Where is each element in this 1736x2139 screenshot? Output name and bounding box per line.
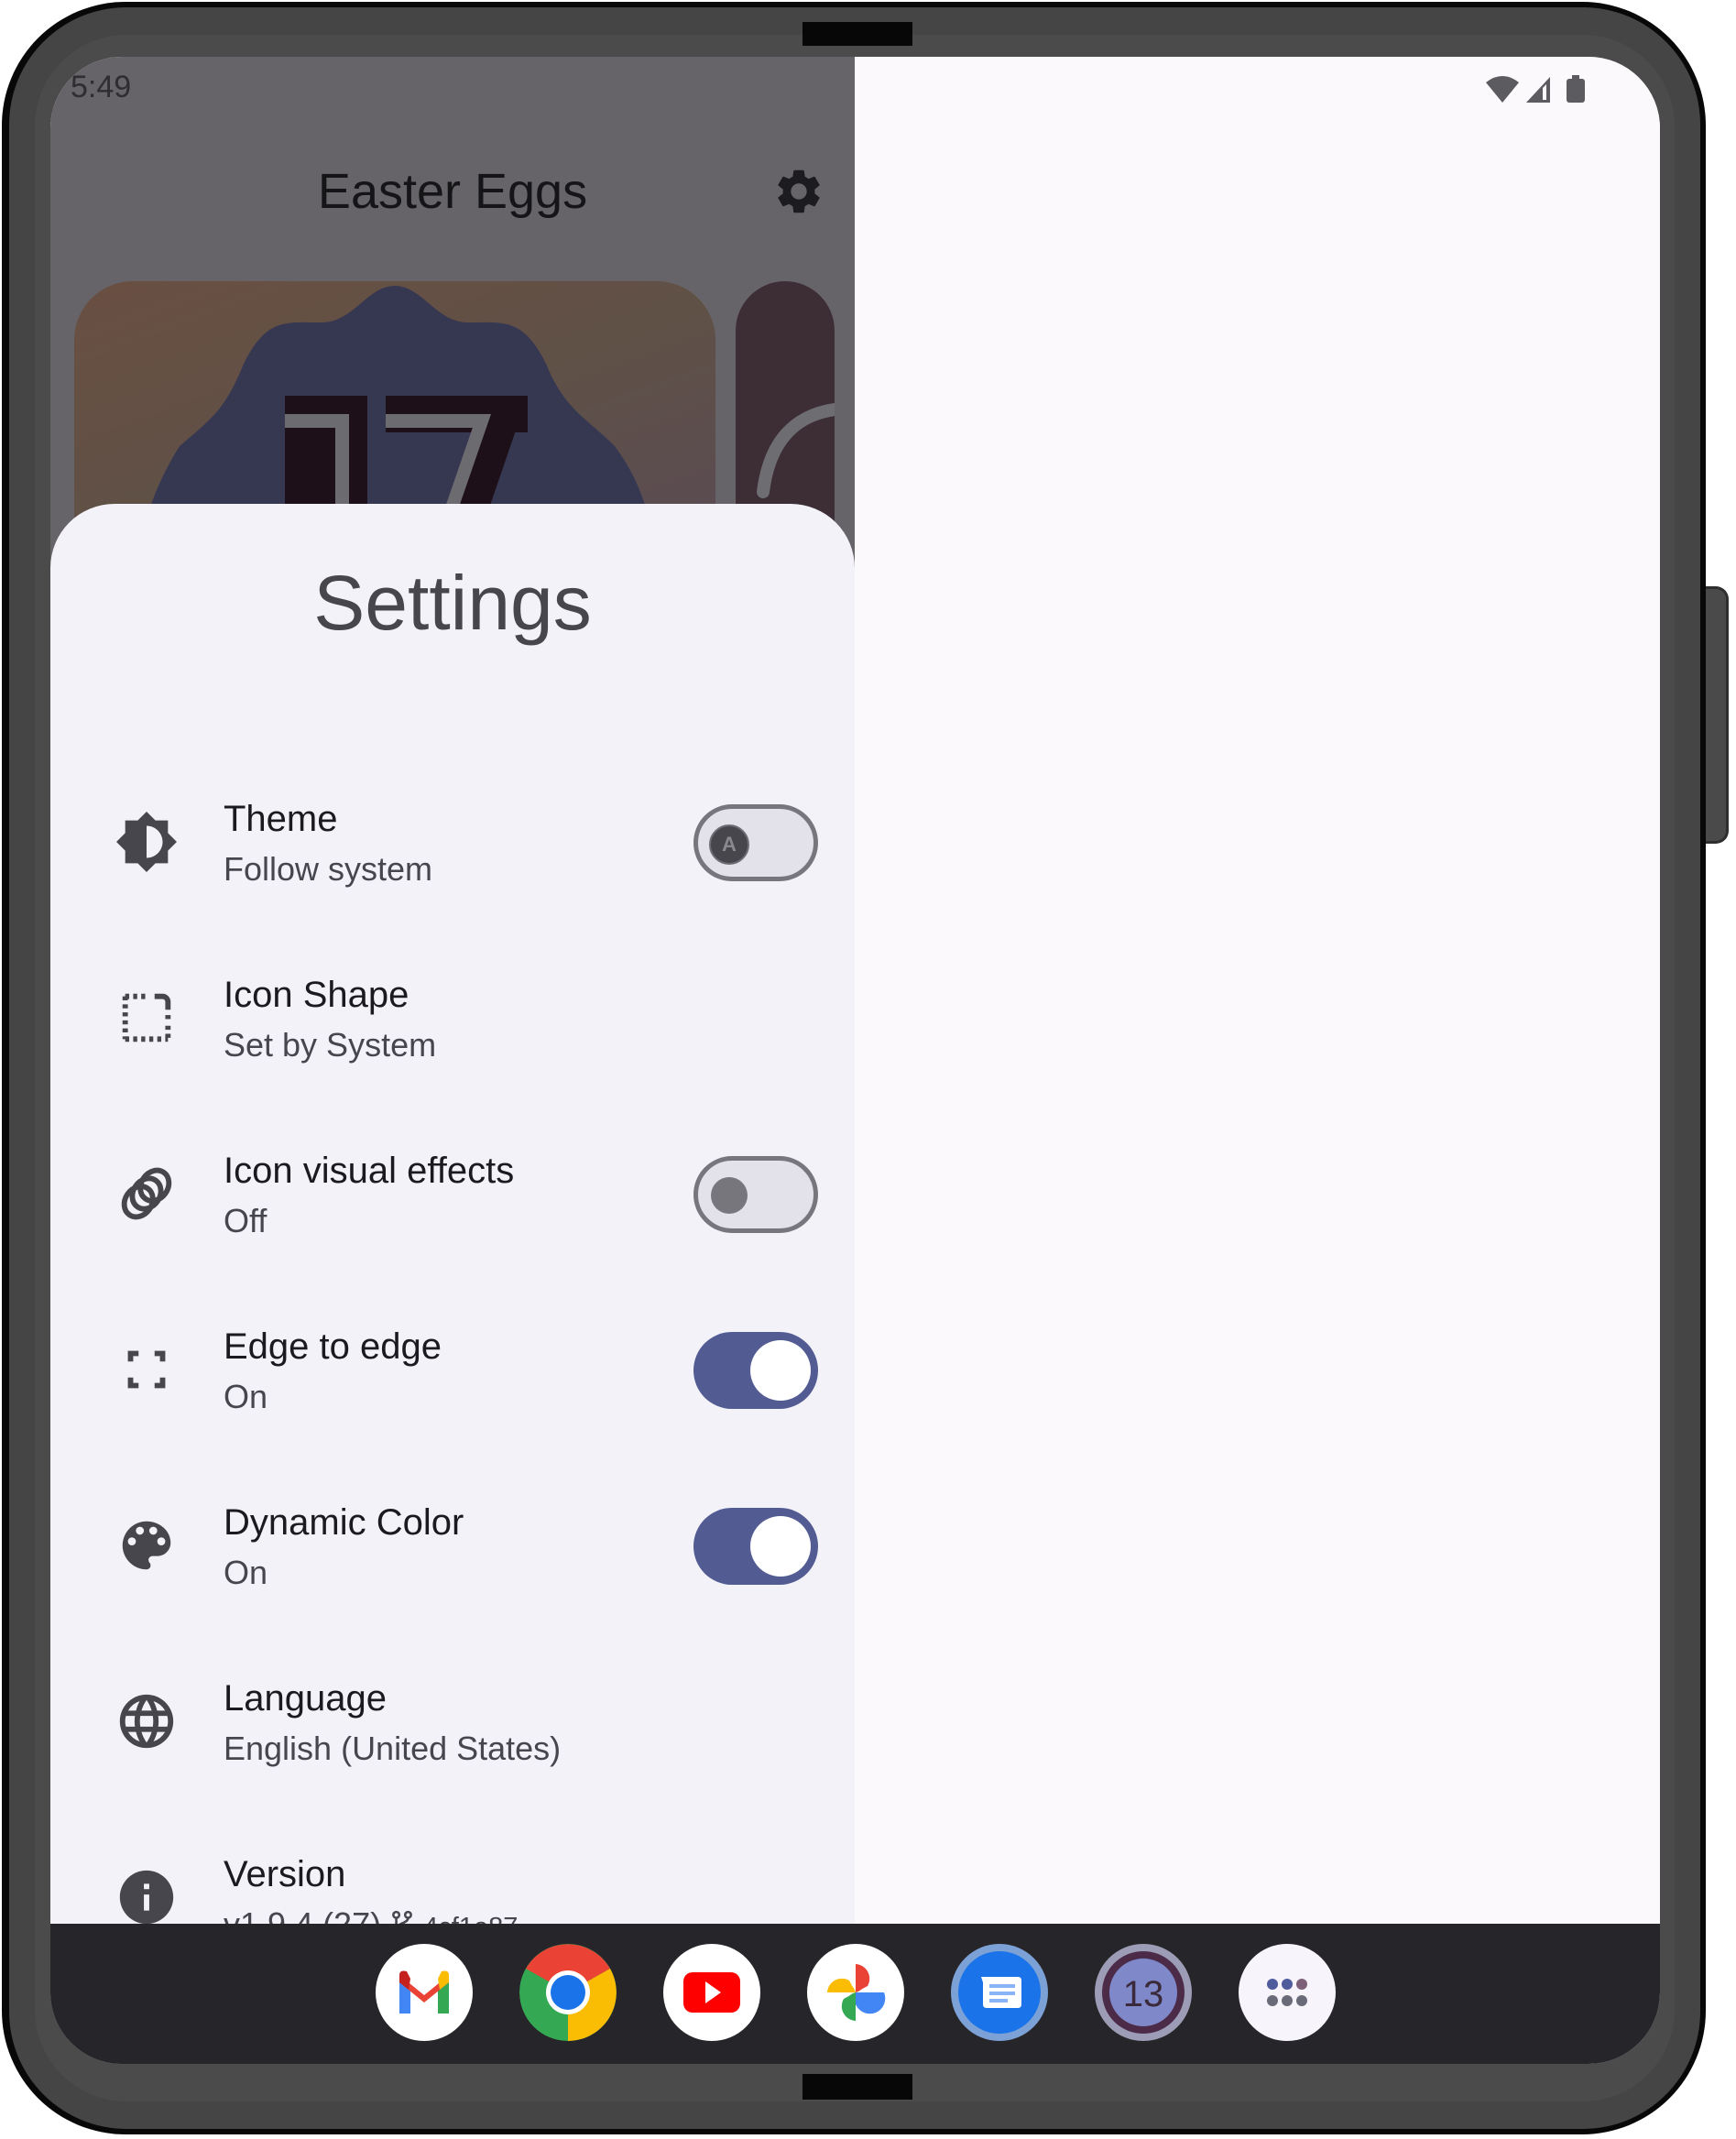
- setting-title: Theme: [224, 799, 338, 839]
- app-title: Easter Eggs: [317, 164, 588, 219]
- app-pane-scrim[interactable]: 5:49 Easter Eggs Settings Theme Follow s…: [50, 57, 855, 2064]
- settings-item-edge-to-edge[interactable]: Edge to edge On: [50, 1290, 855, 1446]
- edge-to-edge-toggle[interactable]: [693, 1332, 818, 1409]
- chrome-app-icon[interactable]: [519, 1944, 617, 2041]
- setting-subtitle: On: [224, 1554, 268, 1591]
- setting-title: Dynamic Color: [224, 1502, 464, 1543]
- device-camera-top: [802, 22, 912, 46]
- setting-subtitle: Set by System: [224, 1026, 437, 1064]
- gmail-app-icon[interactable]: [376, 1944, 473, 2041]
- setting-subtitle: Off: [224, 1202, 267, 1239]
- youtube-app-icon[interactable]: [663, 1944, 760, 2041]
- device-screen: 5:49 Easter Eggs Settings Theme Follow s…: [50, 57, 1660, 2064]
- setting-title: Edge to edge: [224, 1326, 442, 1367]
- rings-icon: [115, 1162, 179, 1226]
- device-camera-bottom: [802, 2074, 912, 2100]
- setting-subtitle: Follow system: [224, 850, 433, 888]
- wifi-icon: [1486, 76, 1519, 103]
- settings-item-icon-visual-effects[interactable]: Icon visual effects Off: [50, 1114, 855, 1270]
- settings-bottom-sheet: Settings Theme Follow system A Icon Shap…: [50, 504, 855, 1943]
- settings-item-icon-shape[interactable]: Icon Shape Set by System: [50, 938, 855, 1094]
- settings-item-dynamic-color[interactable]: Dynamic Color On: [50, 1466, 855, 1621]
- status-bar-icons: [1486, 71, 1596, 112]
- setting-title: Icon visual effects: [224, 1151, 515, 1191]
- svg-text:13: 13: [1123, 1974, 1164, 2014]
- setting-subtitle: English (United States): [224, 1730, 562, 1767]
- detail-pane: [855, 57, 1660, 1924]
- setting-title: Version: [224, 1854, 346, 1894]
- settings-title: Settings: [313, 560, 592, 646]
- setting-title: Language: [224, 1678, 387, 1719]
- settings-item-theme[interactable]: Theme Follow system A: [50, 762, 855, 918]
- device-side-button: [1706, 586, 1729, 844]
- messages-app-icon[interactable]: [951, 1944, 1048, 2041]
- toggle-knob: [750, 1340, 811, 1401]
- dynamic-color-toggle[interactable]: [693, 1508, 818, 1585]
- battery-icon: [1567, 75, 1585, 103]
- info-icon: [115, 1865, 179, 1929]
- icon-visual-effects-toggle[interactable]: [693, 1156, 818, 1233]
- photos-app-icon[interactable]: [807, 1944, 904, 2041]
- toggle-knob: [711, 1177, 748, 1214]
- gear-icon[interactable]: [772, 165, 825, 218]
- all-apps-icon[interactable]: [1239, 1944, 1336, 2041]
- toggle-knob: [750, 1516, 811, 1577]
- cellular-signal-icon: [1526, 77, 1550, 103]
- status-bar-time: 5:49: [71, 70, 132, 104]
- palette-icon: [115, 1513, 179, 1577]
- theme-toggle[interactable]: A: [693, 804, 818, 881]
- easter-eggs-app-icon[interactable]: 13: [1095, 1944, 1192, 2041]
- theme-auto-knob: A: [709, 824, 749, 865]
- taskbar-dock: 13: [50, 1924, 1660, 2064]
- fullscreen-icon: [115, 1337, 179, 1402]
- setting-subtitle: On: [224, 1378, 268, 1415]
- icon-shape-icon: [115, 986, 179, 1050]
- setting-title: Icon Shape: [224, 975, 409, 1015]
- auto-letter: A: [722, 833, 737, 856]
- settings-item-language[interactable]: Language English (United States): [50, 1642, 855, 1797]
- globe-icon: [115, 1689, 179, 1753]
- brightness-icon: [115, 810, 179, 874]
